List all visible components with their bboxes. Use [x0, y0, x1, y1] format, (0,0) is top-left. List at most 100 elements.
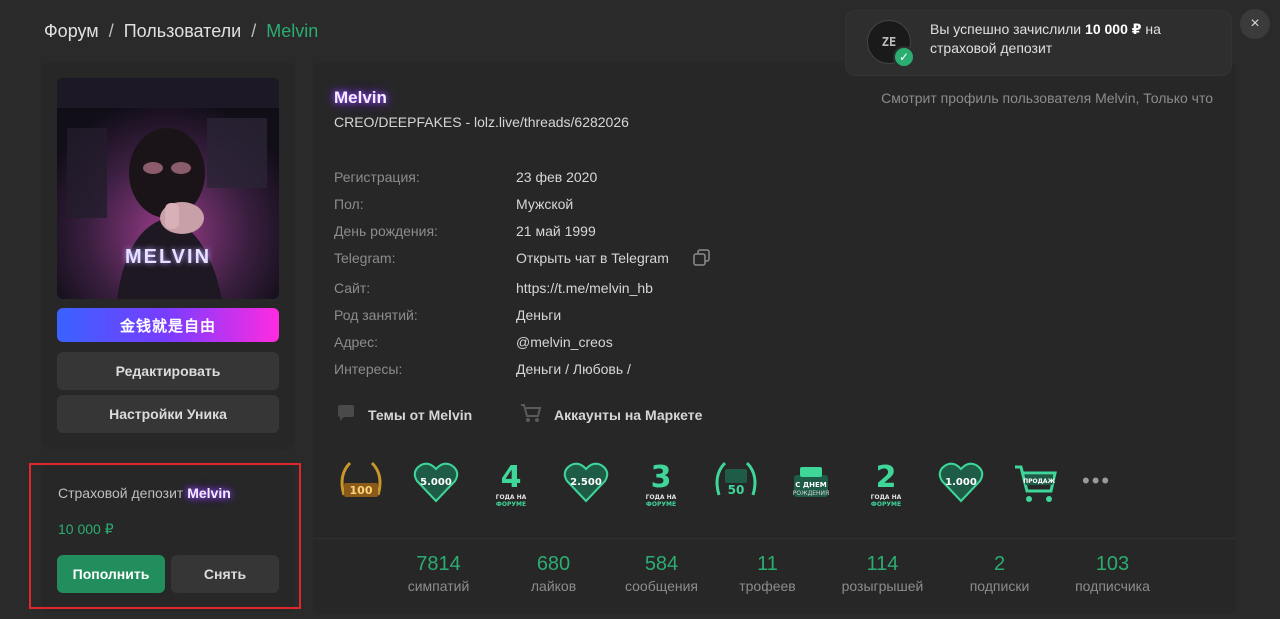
trophy-label: С ДНЕМ [795, 481, 826, 489]
stat-value: 11 [757, 553, 778, 575]
info-label: Интересы: [334, 361, 403, 377]
info-label: Telegram: [334, 250, 396, 266]
info-label: Сайт: [334, 280, 371, 296]
cart-icon [520, 403, 542, 426]
stat-messages[interactable]: 584 сообщения [602, 553, 722, 594]
info-label: Род занятий: [334, 307, 418, 323]
stat-value: 2 [993, 553, 1006, 575]
stat-followers[interactable]: 103 подписчика [1048, 553, 1178, 594]
svg-text:ГОДА НА: ГОДА НА [646, 494, 677, 501]
stat-label: симпатий [407, 578, 470, 594]
user-title: CREO/DEEPFAKES - lolz.live/threads/62820… [334, 114, 629, 130]
trophy-label: 5.000 [420, 477, 452, 488]
trophy-label: 4 [501, 460, 522, 495]
trophy-birthday[interactable]: С ДНЕМ РОЖДЕНИЯ [786, 455, 836, 507]
trophy-label: 3 [651, 460, 672, 495]
stat-label: сообщения [624, 578, 699, 594]
stat-value: 103 [1095, 553, 1130, 575]
username: Melvin [334, 88, 387, 107]
topup-button[interactable]: Пополнить [57, 555, 165, 593]
deposit-title-text: Страховой депозит [58, 485, 184, 501]
breadcrumb-users[interactable]: Пользователи [124, 21, 241, 42]
deposit-nick: Melvin [187, 485, 231, 501]
chat-icon [336, 403, 356, 426]
breadcrumb-separator: / [108, 21, 114, 41]
info-value: 23 фев 2020 [516, 169, 598, 185]
stat-label: подписчика [1075, 578, 1150, 594]
stats-divider [313, 538, 1236, 539]
trophy-label: ПРОДАЖ [1023, 478, 1056, 485]
toast-message: Вы успешно зачислили 10 000 ₽ на страхов… [930, 20, 1215, 58]
market-accounts-label: Аккаунты на Маркете [554, 406, 703, 423]
stat-label: лайков [530, 578, 577, 594]
trophy-label: 1.000 [945, 477, 977, 488]
avatar[interactable]: MELVIN [57, 78, 279, 299]
trophy-1000-likes[interactable]: 1.000 [936, 455, 986, 507]
toast-amount: 10 000 ₽ [1085, 21, 1142, 37]
trophy-label: 2.500 [570, 477, 602, 488]
trophy-2-years[interactable]: 2 ГОДА НА ФОРУМЕ [861, 455, 911, 508]
user-banner: 金钱就是自由 [57, 308, 279, 342]
svg-text:ФОРУМЕ: ФОРУМЕ [646, 501, 676, 507]
trophy-5000-likes[interactable]: 5.000 [411, 455, 461, 507]
stat-label: трофеев [739, 578, 796, 594]
info-value: Деньги / Любовь / [516, 361, 631, 377]
breadcrumb: Форум / Пользователи / Melvin [44, 21, 318, 42]
edit-button[interactable]: Редактировать [57, 352, 279, 390]
deposit-amount: 10 000 ₽ [58, 521, 114, 537]
trophies-row: 100 5.000 4 ГОДА НА ФОРУМЕ 2.500 3 ГОДА НА Ф… [336, 455, 1111, 508]
trophy-market-sales[interactable]: ПРОДАЖ [1011, 455, 1061, 507]
user-threads-link[interactable]: Темы от Melvin [336, 403, 472, 426]
trophy-2500-likes[interactable]: 2.500 [561, 455, 611, 507]
market-accounts-link[interactable]: Аккаунты на Маркете [520, 403, 702, 426]
info-label: Пол: [334, 196, 364, 212]
stat-value: 7814 [416, 553, 461, 575]
more-trophies-button[interactable]: ••• [1082, 468, 1111, 494]
svg-text:ФОРУМЕ: ФОРУМЕ [496, 501, 526, 507]
info-value: Мужской [516, 196, 574, 212]
unique-settings-button[interactable]: Настройки Уника [57, 395, 279, 433]
stat-value: 114 [866, 553, 899, 575]
viewing-status: Смотрит профиль пользователя Melvin, Тол… [881, 90, 1213, 106]
info-value: Деньги [516, 307, 562, 323]
check-icon: ✓ [893, 46, 915, 68]
trophy-3-years[interactable]: 3 ГОДА НА ФОРУМЕ [636, 455, 686, 508]
telegram-link[interactable]: Открыть чат в Telegram [516, 250, 669, 266]
stat-likes[interactable]: 680 лайков [506, 553, 602, 594]
copy-icon[interactable] [692, 248, 712, 271]
user-threads-label: Темы от Melvin [368, 406, 473, 423]
stat-sympathies[interactable]: 7814 симпатий [372, 553, 506, 594]
stats-row: 7814 симпатий 680 лайков 584 сообщения 1… [313, 553, 1236, 594]
breadcrumb-separator: / [251, 21, 257, 41]
stat-subscriptions[interactable]: 2 подписки [952, 553, 1048, 594]
stat-value: 680 [536, 553, 571, 575]
stat-value: 584 [644, 553, 679, 575]
trophy-label: 2 [876, 460, 897, 495]
info-value: 21 май 1999 [516, 223, 596, 239]
info-label: День рождения: [334, 223, 438, 239]
withdraw-button[interactable]: Снять [171, 555, 279, 593]
trophy-50-draws[interactable]: 50 [711, 455, 761, 507]
svg-text:ГОДА НА: ГОДА НА [496, 494, 527, 501]
breadcrumb-forum[interactable]: Форум [44, 21, 99, 42]
profile-main [313, 62, 1236, 614]
breadcrumb-current: Melvin [266, 21, 319, 41]
stat-label: розыгрышей [841, 578, 924, 594]
close-icon[interactable]: × [1240, 9, 1270, 39]
trophy-label: 100 [350, 484, 373, 497]
deposit-title: Страховой депозит Melvin [58, 485, 231, 501]
svg-text:ФОРУМЕ: ФОРУМЕ [871, 501, 901, 507]
trophy-100-draws[interactable]: 100 [336, 455, 386, 507]
toast-text-before: Вы успешно зачислили [930, 21, 1086, 37]
stat-draws[interactable]: 114 розыгрышей [814, 553, 952, 594]
stat-label: подписки [969, 578, 1030, 594]
svg-text:РОЖДЕНИЯ: РОЖДЕНИЯ [793, 490, 829, 497]
site-link[interactable]: https://t.me/melvin_hb [516, 280, 653, 296]
svg-text:ГОДА НА: ГОДА НА [871, 494, 902, 501]
avatar-text: MELVIN [124, 246, 212, 268]
trophy-4-years[interactable]: 4 ГОДА НА ФОРУМЕ [486, 455, 536, 508]
stat-trophies[interactable]: 11 трофеев [722, 553, 814, 594]
info-label: Адрес: [334, 334, 378, 350]
trophy-label: 50 [728, 483, 745, 497]
info-value: @melvin_creos [516, 334, 613, 350]
